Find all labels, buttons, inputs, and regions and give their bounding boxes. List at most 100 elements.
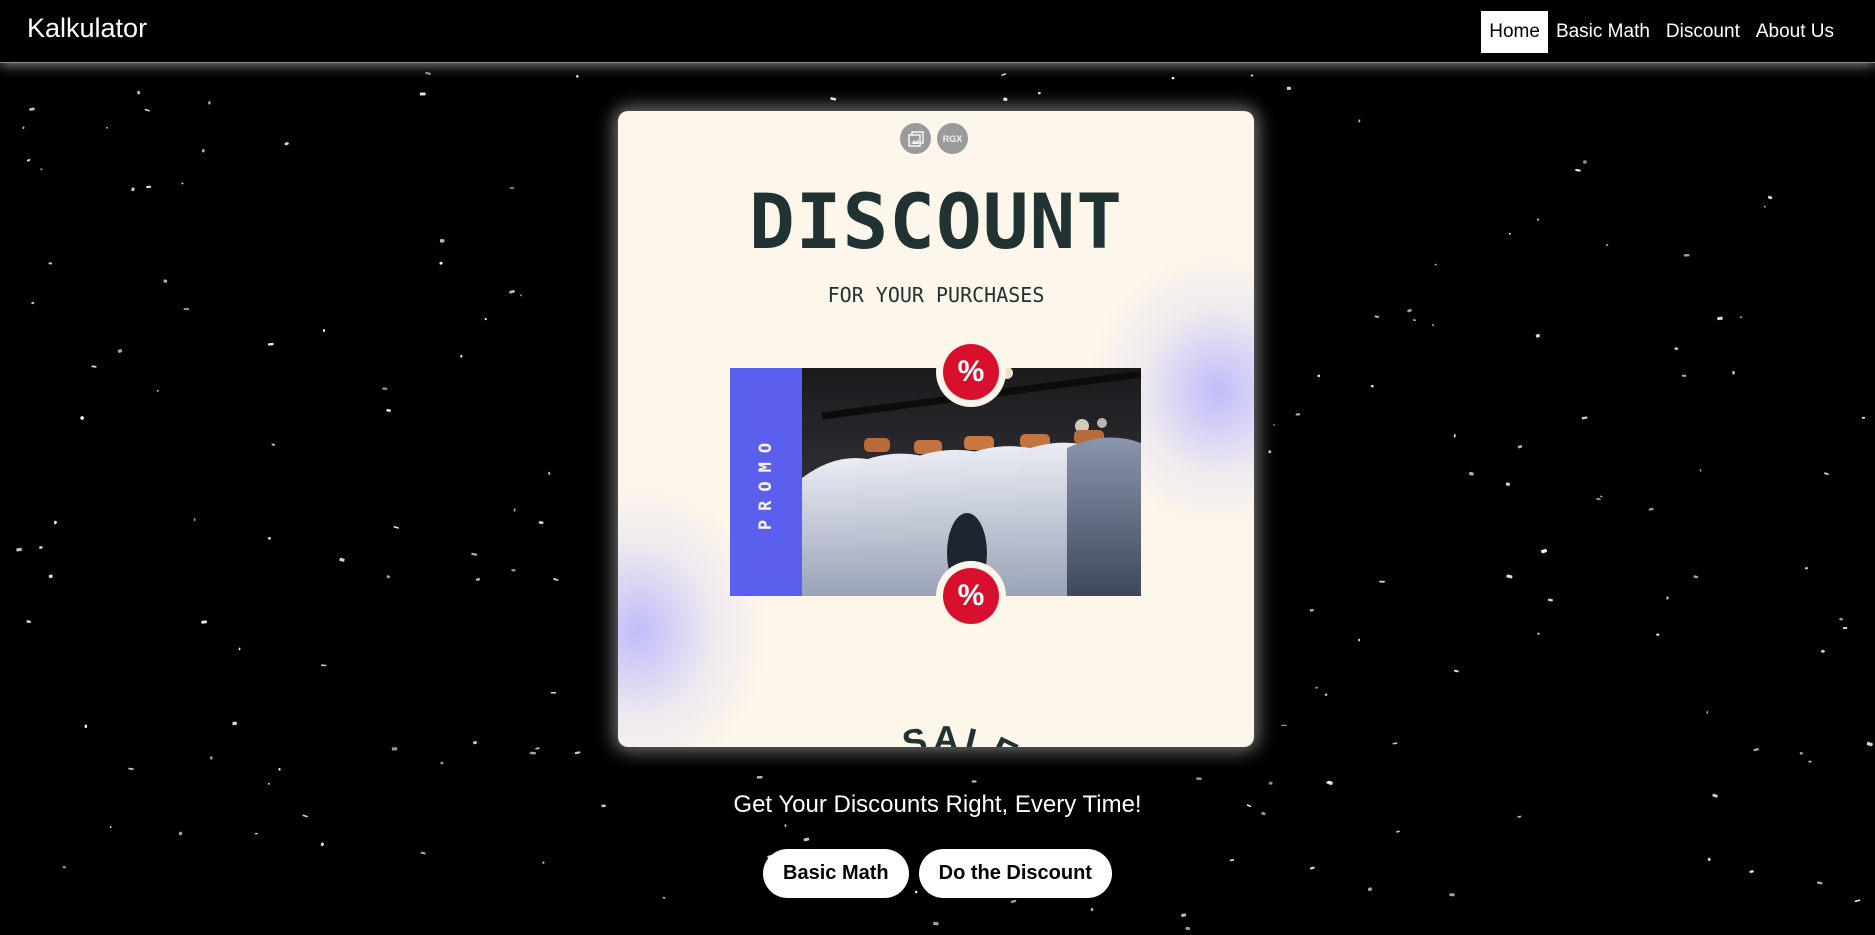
cta-buttons: Basic Math Do the Discount bbox=[0, 849, 1875, 898]
star-speck bbox=[1799, 752, 1803, 755]
star-speck bbox=[1717, 316, 1723, 321]
star-speck bbox=[971, 780, 977, 783]
star-speck bbox=[1656, 633, 1660, 636]
star-speck bbox=[1407, 308, 1412, 313]
star-speck bbox=[1537, 218, 1540, 221]
star-speck bbox=[393, 526, 399, 529]
star-speck bbox=[425, 71, 431, 75]
nav-home[interactable]: Home bbox=[1481, 11, 1548, 53]
star-speck bbox=[1196, 777, 1202, 780]
star-speck bbox=[513, 508, 516, 512]
nav-basic-math[interactable]: Basic Math bbox=[1548, 11, 1658, 53]
star-speck bbox=[784, 824, 787, 828]
star-speck bbox=[16, 547, 22, 552]
gallery-icon[interactable] bbox=[900, 123, 931, 154]
star-speck bbox=[1596, 497, 1601, 501]
star-speck bbox=[1453, 434, 1456, 438]
star-speck bbox=[933, 921, 939, 926]
star-speck bbox=[1599, 495, 1603, 498]
star-speck bbox=[1842, 627, 1848, 630]
star-speck bbox=[1681, 374, 1687, 377]
star-speck bbox=[1517, 445, 1523, 449]
star-speck bbox=[1764, 205, 1766, 208]
star-speck bbox=[1268, 450, 1272, 454]
star-speck bbox=[1037, 92, 1041, 95]
star-speck bbox=[511, 569, 516, 572]
star-speck bbox=[484, 318, 487, 321]
star-speck bbox=[1541, 548, 1547, 554]
star-speck bbox=[208, 101, 211, 105]
star-speck bbox=[31, 301, 35, 305]
sale-arc-text: SALE • SALE • S bbox=[781, 718, 1086, 747]
rgx-icon[interactable]: RGX bbox=[937, 123, 968, 154]
star-speck bbox=[550, 691, 557, 694]
star-speck bbox=[386, 409, 391, 412]
star-speck bbox=[1821, 649, 1825, 653]
star-speck bbox=[128, 767, 134, 770]
star-speck bbox=[1581, 416, 1588, 420]
star-speck bbox=[268, 537, 271, 540]
star-speck bbox=[201, 149, 205, 153]
basic-math-button[interactable]: Basic Math bbox=[763, 849, 909, 898]
star-speck bbox=[1824, 472, 1829, 476]
tagline: Get Your Discounts Right, Every Time! bbox=[733, 791, 1142, 818]
brand-logo[interactable]: Kalkulator bbox=[27, 13, 147, 44]
star-speck bbox=[1839, 617, 1843, 621]
star-speck bbox=[26, 159, 31, 162]
star-speck bbox=[1358, 638, 1361, 642]
star-speck bbox=[509, 187, 515, 189]
star-speck bbox=[106, 126, 109, 129]
do-the-discount-button[interactable]: Do the Discount bbox=[918, 849, 1112, 898]
star-speck bbox=[1469, 471, 1474, 476]
star-speck bbox=[1648, 507, 1654, 511]
promo-subtitle: FOR YOUR PURCHASES bbox=[827, 283, 1045, 307]
star-speck bbox=[80, 416, 84, 420]
star-speck bbox=[529, 751, 536, 755]
nav-discount[interactable]: Discount bbox=[1658, 11, 1748, 53]
star-speck bbox=[1374, 315, 1380, 318]
star-speck bbox=[574, 751, 581, 755]
nav-links: Home Basic Math Discount About Us bbox=[1481, 11, 1842, 53]
star-speck bbox=[193, 517, 196, 522]
star-speck bbox=[238, 647, 241, 651]
star-speck bbox=[439, 239, 445, 243]
star-speck bbox=[1171, 76, 1175, 80]
star-speck bbox=[1505, 482, 1510, 486]
star-speck bbox=[1666, 596, 1669, 600]
star-speck bbox=[440, 761, 444, 765]
promo-title: DISCOUNT bbox=[748, 177, 1124, 266]
star-speck bbox=[1732, 370, 1735, 375]
star-speck bbox=[1412, 319, 1416, 321]
star-speck bbox=[1358, 119, 1361, 123]
star-speck bbox=[386, 575, 390, 579]
star-speck bbox=[1575, 168, 1581, 172]
star-speck bbox=[1866, 741, 1873, 747]
discount-promo-image: RGX DISCOUNT FOR YOUR PURCHASES PROMO % … bbox=[618, 111, 1254, 747]
star-speck bbox=[48, 574, 53, 579]
star-speck bbox=[1090, 907, 1094, 912]
star-speck bbox=[91, 365, 97, 368]
star-speck bbox=[419, 92, 426, 96]
star-speck bbox=[535, 747, 540, 750]
star-speck bbox=[40, 168, 43, 171]
star-speck bbox=[84, 724, 88, 729]
star-speck bbox=[1003, 97, 1008, 102]
star-speck bbox=[1804, 567, 1809, 570]
star-speck bbox=[1317, 374, 1321, 378]
star-speck bbox=[1767, 195, 1773, 200]
star-speck bbox=[830, 97, 837, 101]
star-speck bbox=[1250, 74, 1254, 77]
star-speck bbox=[181, 182, 184, 185]
star-speck bbox=[137, 90, 141, 95]
star-speck bbox=[26, 620, 31, 623]
star-speck bbox=[39, 546, 43, 549]
star-speck bbox=[1674, 347, 1679, 350]
star-speck bbox=[163, 279, 168, 283]
star-speck bbox=[1537, 632, 1540, 636]
star-speck bbox=[1753, 748, 1759, 752]
star-speck bbox=[1286, 86, 1292, 90]
nav-about-us[interactable]: About Us bbox=[1748, 11, 1842, 53]
star-speck bbox=[1808, 760, 1812, 763]
star-speck bbox=[284, 142, 289, 146]
star-speck bbox=[201, 620, 208, 624]
